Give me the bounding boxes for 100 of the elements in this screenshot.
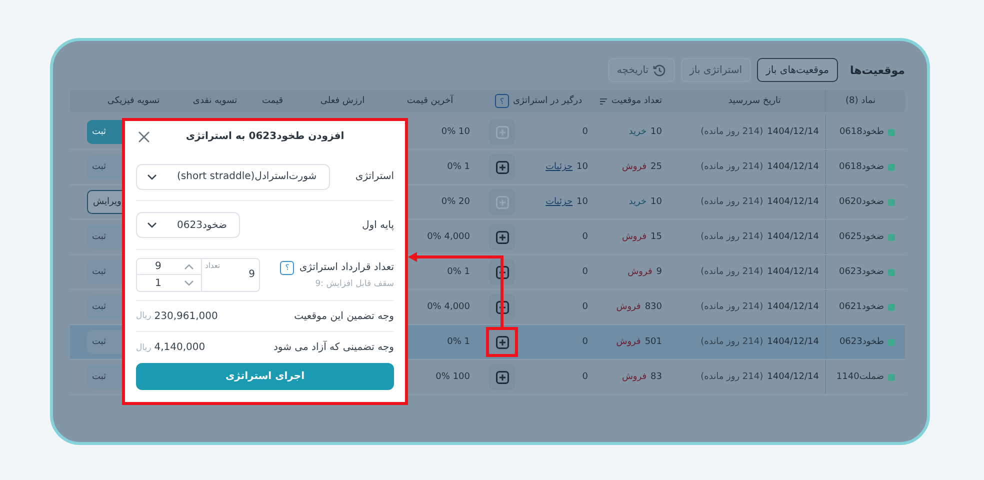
last-price-text: 10 0% bbox=[441, 127, 470, 137]
amount-text: 4,140,000 bbox=[154, 342, 206, 354]
clock-icon bbox=[652, 64, 666, 76]
chevron-up-icon bbox=[184, 264, 194, 270]
column-header: تاریخ سررسید bbox=[728, 96, 781, 106]
tab[interactable]: موقعیت‌های باز bbox=[757, 58, 838, 82]
plus-icon bbox=[496, 336, 508, 348]
plus-icon bbox=[496, 126, 508, 138]
symbol-text: ضخود0621 bbox=[838, 302, 884, 312]
quantity-text: 501 bbox=[644, 337, 662, 347]
symbol-text: ضخود0623 bbox=[838, 267, 884, 277]
details-link[interactable]: جزئیات bbox=[546, 197, 573, 207]
engaged-count: 0 bbox=[582, 337, 588, 347]
chevron-down-icon bbox=[147, 174, 157, 180]
close-button[interactable] bbox=[138, 131, 150, 143]
side-text: فروش bbox=[616, 337, 641, 347]
symbol-text: طخود0623 bbox=[839, 337, 884, 347]
field-label: استراتژی bbox=[355, 171, 394, 182]
remaining-days-text: (214 روز مانده) bbox=[700, 127, 764, 137]
column-header: درگیر در استراتژی bbox=[512, 96, 582, 106]
amount-text: 230,961,000 bbox=[154, 310, 218, 322]
symbol-text: ضخود0618 bbox=[838, 162, 884, 172]
engaged-count: 10 bbox=[576, 197, 588, 207]
field-label: تعداد قرارداد استراتژی bbox=[299, 262, 394, 274]
engaged-count: 10 bbox=[576, 162, 588, 172]
column-header: تعداد موقعیت bbox=[611, 96, 662, 106]
plus-icon bbox=[496, 196, 508, 208]
select-field[interactable]: ضخود0623 bbox=[136, 212, 240, 238]
add-to-strategy-button[interactable] bbox=[489, 364, 515, 390]
plus-icon bbox=[496, 230, 508, 244]
quantity-text: 10 bbox=[650, 127, 662, 137]
engaged-count: 0 bbox=[582, 232, 588, 242]
quantity-text: 83 bbox=[650, 372, 662, 382]
symbol-text: ضملت1140 bbox=[836, 372, 884, 382]
remaining-days-text: (214 روز مانده) bbox=[700, 302, 764, 312]
add-to-strategy-button[interactable] bbox=[489, 154, 515, 180]
side-text: فروش bbox=[628, 267, 652, 277]
last-price-text: 1 0% bbox=[447, 162, 470, 172]
hint-text: سقف قابل افزایش :9 bbox=[314, 278, 394, 289]
last-price-text: 20 0% bbox=[441, 197, 470, 207]
engaged-count: 0 bbox=[582, 372, 588, 382]
last-price-text: 4,000 0% bbox=[427, 232, 470, 242]
date-text: 1404/12/14 bbox=[767, 302, 819, 312]
tab[interactable]: استراتژی باز bbox=[680, 58, 752, 82]
field-label: وجه تضمین این موقعیت bbox=[294, 310, 394, 322]
page-title: موقعیت‌ها bbox=[850, 64, 905, 76]
chevron-down-icon bbox=[147, 222, 157, 228]
help-badge[interactable]: ؟ bbox=[280, 260, 294, 275]
help-badge[interactable]: ؟ bbox=[494, 94, 509, 108]
last-price-text: 100 0% bbox=[436, 372, 470, 382]
remaining-days-text: (214 روز مانده) bbox=[700, 267, 764, 277]
side-text: فروش bbox=[622, 372, 647, 382]
quantity-text: 830 bbox=[644, 302, 662, 312]
remaining-days-text: (214 روز مانده) bbox=[700, 197, 764, 207]
quantity-text: 25 bbox=[650, 162, 662, 172]
date-text: 1404/12/14 bbox=[767, 372, 819, 382]
remaining-days-text: (214 روز مانده) bbox=[700, 337, 764, 347]
plus-icon bbox=[496, 160, 508, 174]
side-text: فروش bbox=[616, 302, 641, 312]
column-header: تسویه فیزیکی bbox=[107, 96, 160, 106]
dialog-title: افزودن طخود0623 به استراتژی bbox=[186, 131, 344, 142]
column-header: نماد (8) bbox=[845, 96, 876, 106]
date-text: 1404/12/14 bbox=[767, 267, 819, 277]
date-text: 1404/12/14 bbox=[767, 162, 819, 172]
column-header: آخرین قیمت bbox=[406, 96, 454, 106]
date-text: 1404/12/14 bbox=[767, 197, 819, 207]
quantity-text: 9 bbox=[656, 267, 662, 277]
symbol-text: طخود0618 bbox=[839, 127, 884, 137]
engaged-count: 0 bbox=[582, 267, 588, 277]
remaining-days-text: (214 روز مانده) bbox=[700, 232, 764, 242]
close-icon bbox=[138, 131, 150, 143]
symbol-text: ضخود0625 bbox=[838, 232, 884, 242]
quantity-text: 15 bbox=[650, 232, 662, 242]
run-strategy-button[interactable]: اجرای استراتژی bbox=[136, 363, 394, 390]
add-to-strategy-button[interactable] bbox=[489, 224, 515, 250]
side-text: فروش bbox=[622, 162, 647, 172]
field-label: پایه اول bbox=[362, 220, 394, 231]
engaged-count: 0 bbox=[582, 127, 588, 137]
symbol-text: ضخود0620 bbox=[838, 197, 884, 207]
sort-icon[interactable] bbox=[600, 96, 608, 106]
decrement-button[interactable]: 1 bbox=[137, 274, 201, 291]
date-text: 1404/12/14 bbox=[767, 232, 819, 242]
plus-icon bbox=[496, 300, 508, 314]
details-link[interactable]: جزئیات bbox=[546, 162, 573, 172]
side-text: فروش bbox=[622, 232, 647, 242]
field-label: وجه تضمینی که آزاد می شود bbox=[273, 342, 394, 354]
select-field[interactable]: شورت‌استرادل(short straddle) bbox=[136, 164, 330, 190]
date-text: 1404/12/14 bbox=[767, 337, 819, 347]
column-header: تسویه نقدی bbox=[192, 96, 238, 106]
remaining-days-text: (214 روز مانده) bbox=[700, 372, 764, 382]
tab[interactable]: تاریخچه bbox=[608, 58, 675, 82]
side-text: خرید bbox=[628, 127, 647, 137]
last-price-text: 1 0% bbox=[447, 267, 470, 277]
engaged-count: 0 bbox=[582, 302, 588, 312]
column-header: ارزش فعلی bbox=[320, 96, 365, 106]
plus-icon bbox=[496, 266, 508, 278]
chevron-down-icon bbox=[184, 280, 194, 286]
side-text: خرید bbox=[628, 197, 647, 207]
last-price-text: 1 0% bbox=[447, 337, 470, 347]
remaining-days-text: (214 روز مانده) bbox=[700, 162, 764, 172]
